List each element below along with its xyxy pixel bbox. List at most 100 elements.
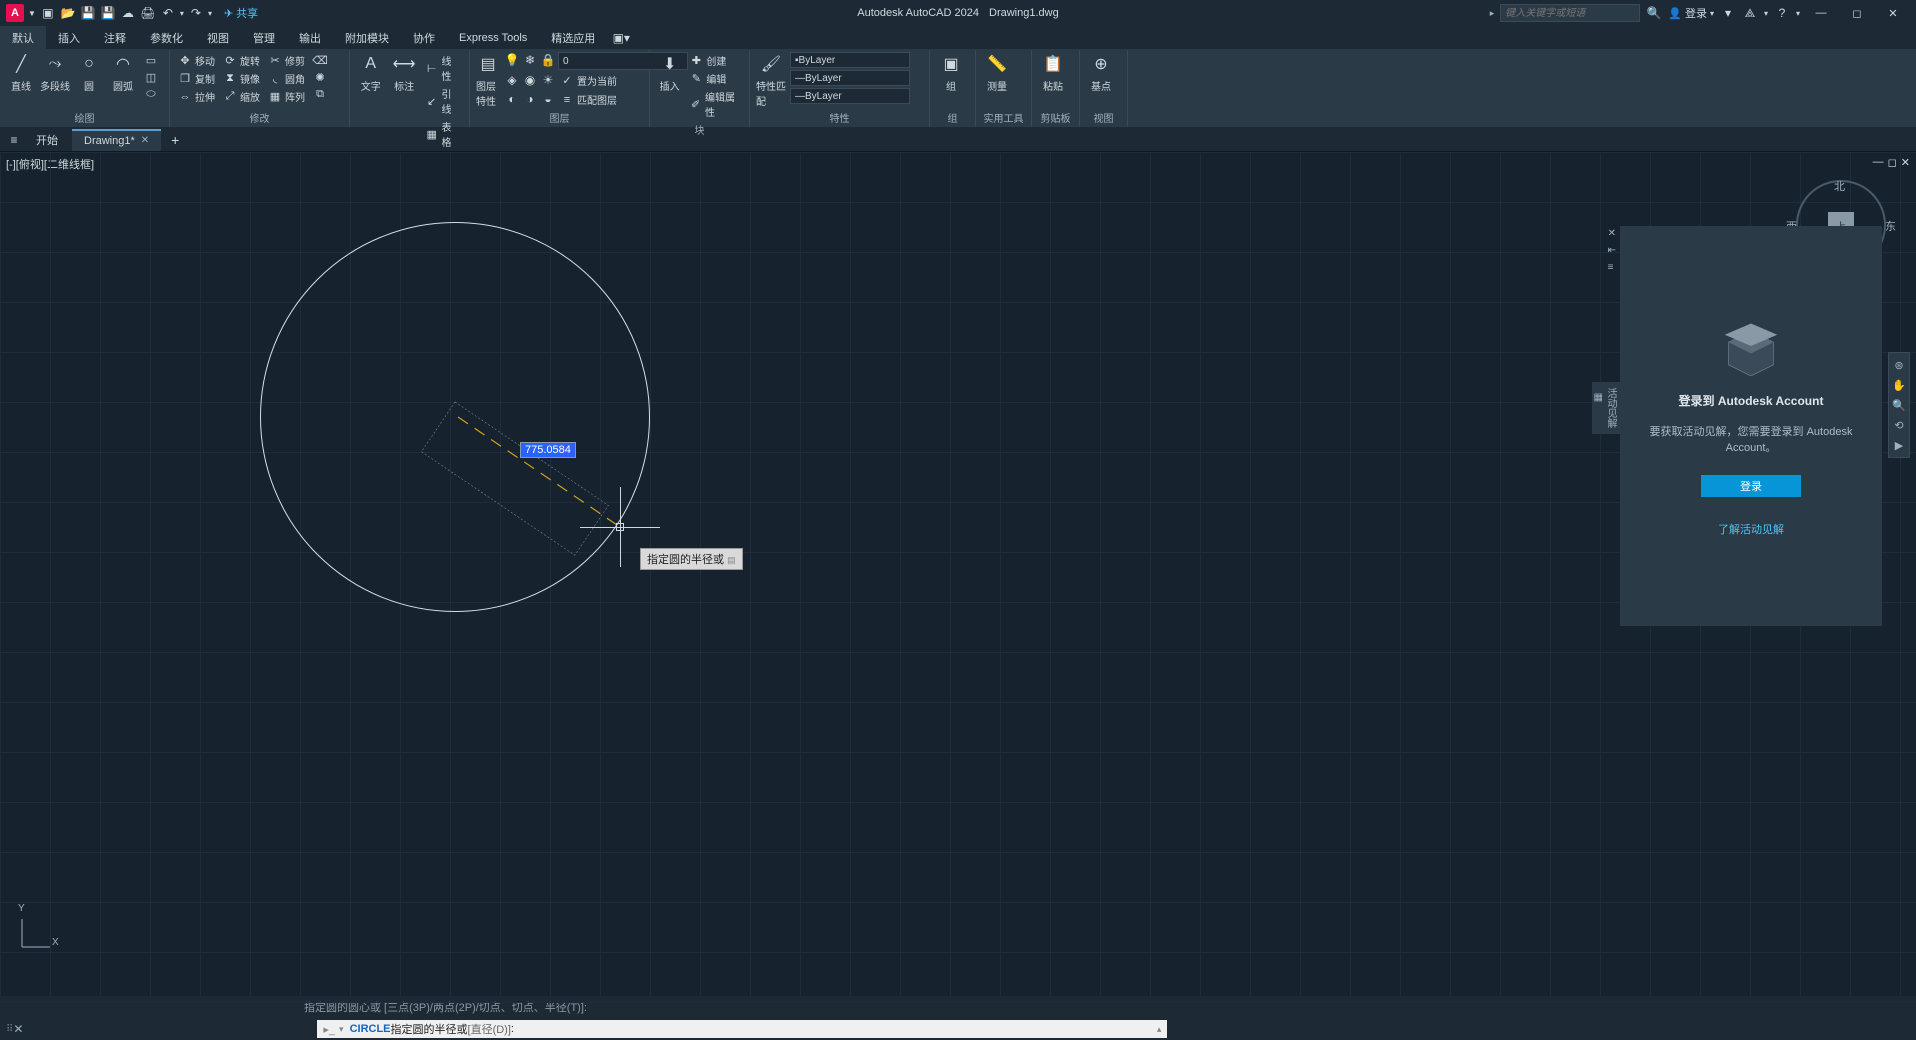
share-button[interactable]: ✈共享 [224,5,258,21]
close-button[interactable]: ✕ [1878,3,1908,23]
palette-pin-icon[interactable]: ⇤ [1608,245,1616,256]
nav-fullnav-icon[interactable]: ⊛ [1891,357,1907,373]
undo-icon[interactable]: ↶ [160,5,176,21]
open-icon[interactable]: 📂 [60,5,76,21]
tool-matchprop[interactable]: 🖌特性匹配 [756,52,786,108]
tool-stretch[interactable]: ⇔拉伸 [176,88,217,105]
tool-group[interactable]: ▣组 [936,52,966,93]
tool-explode[interactable]: ✺ [311,69,329,85]
minimize-button[interactable]: — [1806,3,1836,23]
palette-menu-icon[interactable]: ≡ [1608,262,1616,273]
ribbon-tab-view[interactable]: 视图 [195,26,241,49]
tool-line[interactable]: ╱直线 [6,52,36,93]
file-tab-drawing1[interactable]: Drawing1*✕ [72,129,161,151]
cmdline-expand-icon[interactable]: ▴ [1157,1024,1162,1035]
ribbon-tab-parametric[interactable]: 参数化 [138,26,195,49]
tool-ellipse[interactable]: ⬭ [142,86,160,102]
nav-showmotion-icon[interactable]: ▶ [1891,437,1907,453]
help-icon[interactable]: ? [1774,5,1790,21]
layer-iso-icon[interactable]: ◈ [504,72,520,88]
layer-off-icon[interactable]: ◉ [522,72,538,88]
tool-matchlayer[interactable]: ≡匹配图层 [558,91,619,108]
tool-arc[interactable]: ◠圆弧 [108,52,138,93]
tool-fillet[interactable]: ◟圆角 [266,70,307,87]
dropdown-icon[interactable]: ▾ [1764,9,1768,18]
tool-table[interactable]: ▦表格 [423,118,463,150]
saveas-icon[interactable]: 💾 [100,5,116,21]
layer-thaw-icon[interactable]: ☀ [540,72,556,88]
dynamic-input[interactable]: 775.0584 [520,442,576,458]
tool-linear[interactable]: ⊢线性 [423,52,463,84]
viewcube-north[interactable]: 北 [1834,178,1845,194]
drawing-area[interactable]: [-][俯视][二维线框] — ◻ ✕ document.write(Array… [0,152,1916,996]
file-tab-start[interactable]: 开始 [24,129,70,151]
cmdline-dropdown-icon[interactable]: ▾ [339,1024,344,1035]
login-button[interactable]: 👤登录▾ [1668,5,1714,21]
side-palette-tab[interactable]: 活动见解 ▦ [1592,382,1620,434]
tool-offset[interactable]: ⧉ [311,86,329,102]
ribbon-tab-more-icon[interactable]: ▣▾ [613,30,629,46]
tool-edit-block[interactable]: ✎编辑 [687,70,743,87]
tool-hatch[interactable]: ◫ [142,69,160,85]
help-dropdown-icon[interactable]: ▾ [1796,9,1800,18]
tool-array[interactable]: ▦阵列 [266,88,307,105]
web-open-icon[interactable]: ☁ [120,5,136,21]
tool-basepoint[interactable]: ⊕基点 [1086,52,1116,93]
undo-dropdown-icon[interactable]: ▾ [180,9,184,18]
layer-lock-icon[interactable]: 🔒 [540,52,556,68]
ribbon-tab-output[interactable]: 输出 [287,26,333,49]
tool-mirror[interactable]: ⧗镜像 [221,70,262,87]
layer-freeze-icon[interactable]: ❄ [522,52,538,68]
tool-measure[interactable]: 📏测量 [982,52,1012,93]
tool-paste[interactable]: 📋粘贴 [1038,52,1068,93]
cmdline-close-icon[interactable]: ✕ [13,1022,23,1036]
ribbon-tab-insert[interactable]: 插入 [46,26,92,49]
viewcube-east[interactable]: 东 [1885,218,1896,234]
tool-copy[interactable]: ❐复制 [176,70,217,87]
panel-login-button[interactable]: 登录 [1701,475,1801,497]
tool-rotate[interactable]: ⟳旋转 [221,52,262,69]
palette-close-icon[interactable]: ✕ [1608,228,1616,239]
app-dropdown-icon[interactable]: ▼ [28,9,36,18]
ribbon-tab-default[interactable]: 默认 [0,26,46,49]
tab-close-icon[interactable]: ✕ [141,135,149,146]
ribbon-tab-manage[interactable]: 管理 [241,26,287,49]
linetype-dropdown[interactable]: — ByLayer [790,88,910,104]
tool-layer-prop[interactable]: ▤图层特性 [476,52,500,108]
cmdline-grip-icon[interactable]: ⠿ [6,1024,13,1035]
ribbon-tab-annotate[interactable]: 注释 [92,26,138,49]
tool-rect[interactable]: ▭ [142,52,160,68]
layer-misc1-icon[interactable]: ◐ [504,91,520,107]
tool-text[interactable]: A文字 [356,52,385,93]
tool-move[interactable]: ✥移动 [176,52,217,69]
ribbon-tab-addins[interactable]: 附加模块 [333,26,401,49]
nav-pan-icon[interactable]: ✋ [1891,377,1907,393]
nav-orbit-icon[interactable]: ⟲ [1891,417,1907,433]
layer-on-icon[interactable]: 💡 [504,52,520,68]
redo-dropdown-icon[interactable]: ▾ [208,9,212,18]
tool-create-block[interactable]: ✚创建 [687,52,743,69]
layer-misc2-icon[interactable]: ◑ [522,91,538,107]
ribbon-tab-collab[interactable]: 协作 [401,26,447,49]
redo-icon[interactable]: ↷ [188,5,204,21]
save-icon[interactable]: 💾 [80,5,96,21]
command-options[interactable]: [直径(D)] [468,1021,511,1037]
plot-icon[interactable]: 🖨 [140,5,156,21]
tool-leader[interactable]: ↙引线 [423,85,463,117]
command-input[interactable]: ▸_ ▾ CIRCLE 指定圆的半径或 [直径(D)] : ▴ [317,1020,1167,1038]
nav-zoom-icon[interactable]: 🔍 [1891,397,1907,413]
tool-setcurrent[interactable]: ✓置为当前 [558,72,619,89]
layer-misc3-icon[interactable]: ◒ [540,91,556,107]
tool-circle[interactable]: ○圆 [74,52,104,93]
autodesk-app-icon[interactable]: ⟁ [1742,5,1758,21]
new-icon[interactable]: ▣ [40,5,56,21]
ribbon-tab-featured[interactable]: 精选应用 [539,26,607,49]
tool-erase[interactable]: ⌫ [311,52,329,68]
app-logo[interactable]: A [6,4,24,22]
ribbon-tab-express[interactable]: Express Tools [447,26,539,49]
color-dropdown[interactable]: ▪ ByLayer [790,52,910,68]
tool-trim[interactable]: ✂修剪 [266,52,307,69]
tool-scale[interactable]: ⤢缩放 [221,88,262,105]
file-tabs-menu-icon[interactable]: ≡ [6,132,22,148]
tool-dim[interactable]: ⟷标注 [389,52,418,93]
